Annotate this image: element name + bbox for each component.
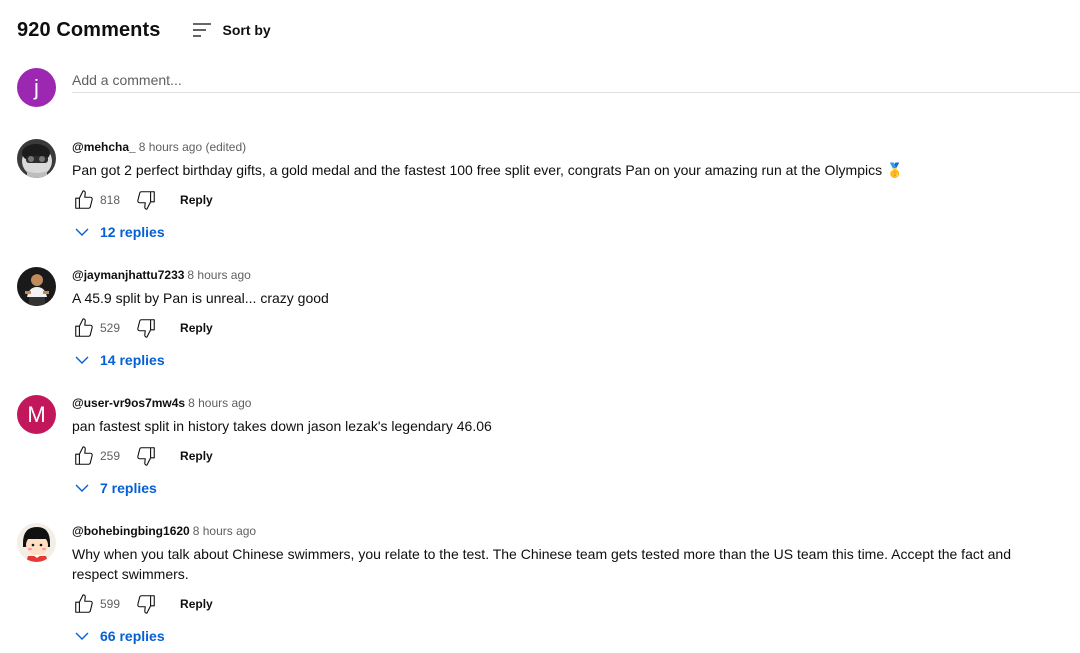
dislike-button[interactable]: [134, 444, 158, 468]
avatar-letter: j: [34, 74, 39, 100]
comment-actions: 818 Reply: [72, 188, 1062, 212]
comment-body: @jaymanjhattu7233 8 hours ago A 45.9 spli…: [72, 267, 1062, 372]
comment-count: 920 Comments: [17, 18, 161, 41]
comment-meta: @bohebingbing1620 8 hours ago: [72, 523, 1062, 539]
comment-body: @mehcha_ 8 hours ago (edited) Pan got 2 p…: [72, 139, 1062, 244]
reply-button[interactable]: Reply: [180, 597, 213, 611]
like-button[interactable]: [72, 592, 96, 616]
sort-by-button[interactable]: Sort by: [192, 21, 271, 39]
like-button[interactable]: [72, 444, 96, 468]
comment-author[interactable]: @mehcha_: [72, 140, 136, 154]
reply-button[interactable]: Reply: [180, 321, 213, 335]
thumb-up-icon: [75, 446, 93, 465]
comment-text-content: Pan got 2 perfect birthday gifts, a gold…: [72, 162, 883, 178]
comment-text: Pan got 2 perfect birthday gifts, a gold…: [72, 160, 1062, 180]
thumb-up-icon: [75, 190, 93, 209]
add-comment-input[interactable]: [72, 68, 1080, 93]
comment-time[interactable]: 8 hours ago: [193, 524, 256, 538]
reply-button[interactable]: Reply: [180, 449, 213, 463]
dislike-button[interactable]: [134, 316, 158, 340]
dislike-button[interactable]: [134, 592, 158, 616]
replies-count: 7 replies: [100, 480, 157, 496]
comment-meta: @jaymanjhattu7233 8 hours ago: [72, 267, 1062, 283]
chevron-down-icon: [75, 356, 89, 364]
like-count: 818: [100, 193, 121, 207]
comment-text: A 45.9 split by Pan is unreal... crazy g…: [72, 290, 329, 306]
comment-text: Why when you talk about Chinese swimmers…: [72, 546, 1011, 582]
chevron-down-icon: [75, 632, 89, 640]
replies-count: 66 replies: [100, 628, 165, 644]
comment-actions: 259 Reply: [72, 444, 1062, 468]
comment-body: @bohebingbing1620 8 hours ago Why when yo…: [72, 523, 1062, 648]
sort-by-label: Sort by: [222, 22, 271, 38]
thumb-down-icon: [137, 595, 155, 614]
like-count: 529: [100, 321, 121, 335]
comment-body: @user-vr9os7mw4s 8 hours ago pan fastest …: [72, 395, 1062, 500]
avatar[interactable]: [17, 523, 56, 562]
thumb-down-icon: [137, 447, 155, 466]
comment-time[interactable]: 8 hours ago: [187, 268, 250, 282]
chevron-down-icon: [75, 228, 89, 236]
thumb-up-icon: [75, 594, 93, 613]
thumb-down-icon: [137, 319, 155, 338]
add-comment-row: j: [17, 68, 1080, 108]
comment-author[interactable]: @jaymanjhattu7233: [72, 268, 184, 282]
avatar[interactable]: [17, 267, 56, 306]
avatar[interactable]: M: [17, 395, 56, 434]
comment-author[interactable]: @bohebingbing1620: [72, 524, 190, 538]
comment-text: pan fastest split in history takes down …: [72, 418, 492, 434]
comment-meta: @mehcha_ 8 hours ago (edited): [72, 139, 1062, 155]
avatar-letter: M: [27, 401, 46, 427]
like-count: 259: [100, 449, 121, 463]
view-replies-button[interactable]: 12 replies: [72, 220, 1062, 244]
like-count: 599: [100, 597, 121, 611]
chevron-down-icon: [75, 484, 89, 492]
reply-button[interactable]: Reply: [180, 193, 213, 207]
replies-count: 12 replies: [100, 224, 165, 240]
comment-time[interactable]: 8 hours ago (edited): [139, 140, 246, 154]
dislike-button[interactable]: [134, 188, 158, 212]
view-replies-button[interactable]: 7 replies: [72, 476, 1062, 500]
comments-section: 920 Comments Sort by j Add a comment... …: [0, 0, 1080, 653]
comment-actions: 529 Reply: [72, 316, 1062, 340]
like-button[interactable]: [72, 316, 96, 340]
comment-meta: @user-vr9os7mw4s 8 hours ago: [72, 395, 1062, 411]
comment-time[interactable]: 8 hours ago: [188, 396, 251, 410]
comment-actions: 599 Reply: [72, 592, 1062, 616]
view-replies-button[interactable]: 66 replies: [72, 624, 1062, 648]
view-replies-button[interactable]: 14 replies: [72, 348, 1062, 372]
sort-icon: [192, 21, 212, 39]
avatar[interactable]: j: [17, 68, 56, 107]
gold-medal-emoji: 🥇: [886, 162, 904, 178]
replies-count: 14 replies: [100, 352, 165, 368]
avatar[interactable]: [17, 139, 56, 178]
comment-author[interactable]: @user-vr9os7mw4s: [72, 396, 185, 410]
like-button[interactable]: [72, 188, 96, 212]
comments-header: 920 Comments Sort by: [17, 15, 271, 45]
thumb-down-icon: [137, 191, 155, 210]
thumb-up-icon: [75, 318, 93, 337]
